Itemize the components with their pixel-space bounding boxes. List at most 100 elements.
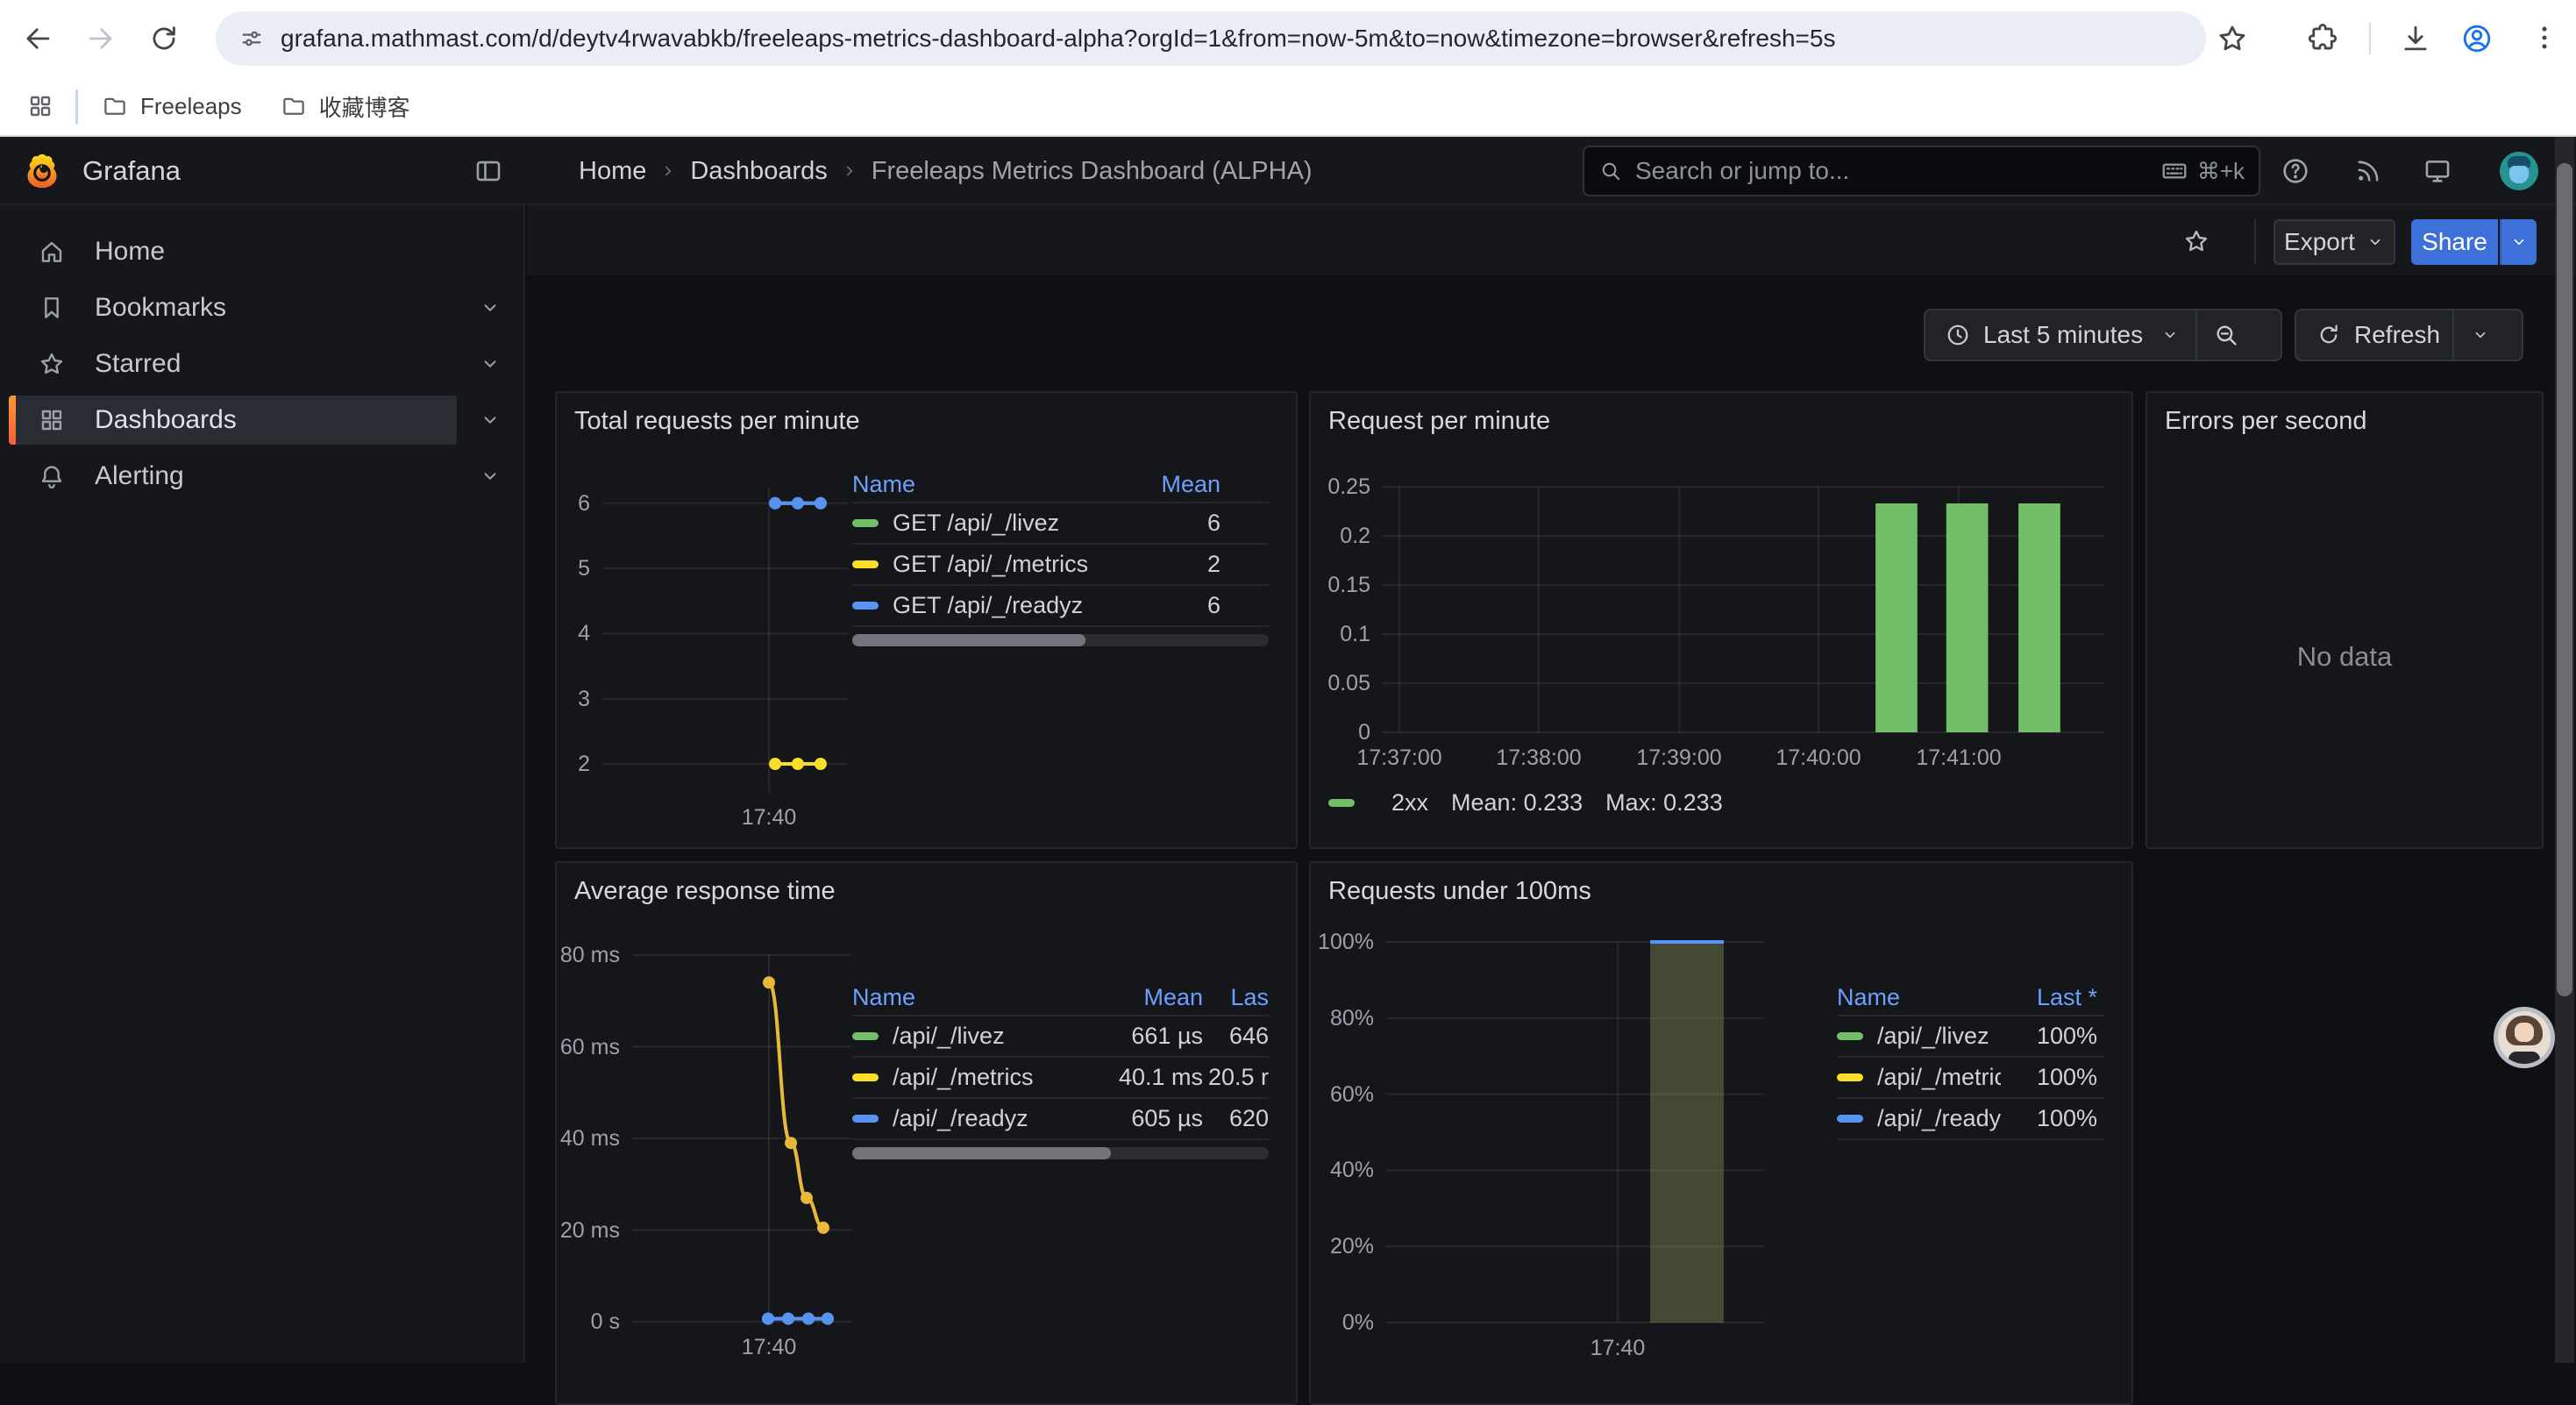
user-avatar[interactable]	[2500, 152, 2538, 190]
url-text: grafana.mathmast.com/d/deytv4rwavabkb/fr…	[281, 25, 1835, 53]
legend-row[interactable]: GET /api/_/livez6	[852, 503, 1269, 545]
y-axis-tick: 20%	[1311, 1233, 1374, 1259]
series-color-pill	[1328, 799, 1355, 807]
sidebar: Home Bookmarks Starred Dashboards Alerti…	[0, 205, 525, 1363]
profile-icon[interactable]	[2460, 22, 2494, 55]
series-name[interactable]: /api/_/livez	[893, 1023, 1005, 1050]
chevron-down-icon	[2471, 325, 2490, 345]
time-range-picker[interactable]: Last 5 minutes	[1924, 309, 2282, 361]
chevron-right-icon	[658, 161, 678, 181]
expand-chevron-icon[interactable]	[474, 339, 506, 389]
bookmark-folder-list: Freeleaps 收藏博客	[102, 77, 410, 135]
share-button[interactable]: Share	[2411, 219, 2498, 265]
chevron-right-icon	[840, 161, 859, 181]
series-name[interactable]: GET /api/_/readyz	[893, 592, 1083, 619]
url-bar[interactable]: grafana.mathmast.com/d/deytv4rwavabkb/fr…	[216, 11, 2206, 66]
breadcrumb-item[interactable]: Home	[579, 157, 646, 186]
legend-hscrollbar[interactable]	[852, 1147, 1269, 1159]
zoom-out-button[interactable]	[2195, 310, 2255, 360]
search-input[interactable]: Search or jump to... ⌘+k	[1583, 146, 2260, 196]
sidebar-item-dashboards[interactable]: Dashboards	[9, 396, 457, 445]
sidebar-item-starred[interactable]: Starred	[9, 339, 457, 389]
bookmark-star-icon[interactable]	[2216, 22, 2249, 55]
grafana-logo-icon[interactable]	[23, 152, 61, 195]
y-axis-tick: 40 ms	[557, 1125, 620, 1152]
panel-total-requests-per-minute[interactable]: Total requests per minute 6543217:40 Nam…	[555, 391, 1298, 849]
panel-average-response-time[interactable]: Average response time 80 ms60 ms40 ms20 …	[555, 861, 1298, 1405]
legend-column-header[interactable]: Mean	[1142, 471, 1220, 498]
breadcrumb-item[interactable]: Dashboards	[690, 157, 827, 186]
y-axis-tick: 0.25	[1311, 474, 1370, 500]
share-dropdown-button[interactable]	[2500, 219, 2537, 265]
legend-row[interactable]: GET /api/_/readyz6	[852, 586, 1269, 627]
y-axis-tick: 60 ms	[557, 1034, 620, 1060]
downloads-icon[interactable]	[2399, 22, 2432, 55]
legend[interactable]: 2xx Mean: 0.233 Max: 0.233	[1328, 789, 1723, 817]
menu-kebab-icon[interactable]	[2529, 22, 2560, 53]
legend-column-header[interactable]: Name	[852, 984, 1089, 1011]
bookmark-folder[interactable]: Freeleaps	[102, 93, 242, 120]
reload-icon[interactable]	[147, 22, 181, 55]
news-rss-icon[interactable]	[2353, 156, 2383, 186]
kiosk-monitor-icon[interactable]	[2423, 156, 2452, 186]
series-name[interactable]: /api/_/readyz	[893, 1105, 1028, 1132]
clock-icon	[1945, 322, 1971, 348]
chevron-down-icon	[2509, 232, 2529, 252]
apps-grid-icon[interactable]	[26, 92, 54, 120]
sidebar-item-label: Dashboards	[95, 405, 237, 435]
series-name[interactable]: /api/_/readyz	[1877, 1105, 2001, 1132]
series-name[interactable]: GET /api/_/metrics	[893, 551, 1088, 578]
vertical-scrollbar[interactable]	[2555, 137, 2574, 1363]
series-name[interactable]: /api/_/livez	[1877, 1023, 1989, 1050]
expand-chevron-icon[interactable]	[474, 283, 506, 332]
panel-requests-under-100ms[interactable]: Requests under 100ms 100%80%60%40%20%0%1…	[1309, 861, 2133, 1405]
legend-column-header[interactable]: Mean	[1089, 984, 1203, 1011]
series-name[interactable]: 2xx	[1391, 789, 1428, 817]
grid-icon	[38, 406, 66, 434]
sidebar-item-home[interactable]: Home	[9, 227, 457, 276]
help-icon[interactable]	[2281, 156, 2310, 186]
legend-row[interactable]: /api/_/readyz100%	[1837, 1099, 2104, 1140]
legend-column-header[interactable]: Las	[1203, 984, 1269, 1011]
refresh-control[interactable]: Refresh	[2295, 309, 2523, 361]
legend-row[interactable]: /api/_/metrics40.1 ms20.5 r	[852, 1058, 1269, 1099]
sidebar-item-alerting[interactable]: Alerting	[9, 452, 457, 501]
panel-errors-per-second[interactable]: Errors per second No data	[2145, 391, 2544, 849]
scrollbar-thumb[interactable]	[2557, 163, 2572, 996]
legend-column-header[interactable]: Name	[852, 471, 1142, 498]
series-name[interactable]: /api/_/metrics	[1877, 1064, 2001, 1091]
panel-title[interactable]: Errors per second	[2165, 407, 2367, 436]
refresh-interval-dropdown[interactable]	[2452, 310, 2507, 360]
bar-chart: 0.250.20.150.10.05017:37:0017:38:0017:39…	[1311, 393, 2131, 847]
breadcrumb-item[interactable]: Freeleaps Metrics Dashboard (ALPHA)	[872, 157, 1313, 186]
legend-row[interactable]: /api/_/livez661 µs646	[852, 1016, 1269, 1058]
forward-icon[interactable]	[84, 22, 117, 55]
back-icon[interactable]	[21, 22, 54, 55]
series-name[interactable]: /api/_/metrics	[893, 1064, 1034, 1091]
x-axis-tick: 17:38:00	[1469, 745, 1609, 771]
sidebar-item-label: Alerting	[95, 461, 184, 491]
legend-hscrollbar[interactable]	[852, 634, 1269, 646]
sidebar-item-bookmarks[interactable]: Bookmarks	[9, 283, 457, 332]
legend-column-header[interactable]: Name	[1837, 984, 2001, 1011]
assistant-avatar[interactable]	[2494, 1007, 2555, 1068]
bookmark-folder[interactable]: 收藏博客	[281, 90, 410, 123]
legend-row[interactable]: GET /api/_/metrics2	[852, 545, 1269, 586]
legend-row[interactable]: /api/_/metrics100%	[1837, 1058, 2104, 1099]
y-axis-tick: 5	[557, 555, 590, 581]
site-info-icon[interactable]	[238, 25, 265, 52]
series-name[interactable]: GET /api/_/livez	[893, 510, 1059, 537]
legend-column-header[interactable]: Last *	[2001, 984, 2097, 1011]
extensions-icon[interactable]	[2306, 22, 2339, 55]
legend-row[interactable]: /api/_/livez100%	[1837, 1016, 2104, 1058]
panel-request-per-minute[interactable]: Request per minute 0.250.20.150.10.05017…	[1309, 391, 2133, 849]
y-axis-tick: 0 s	[557, 1309, 620, 1335]
expand-chevron-icon[interactable]	[474, 452, 506, 501]
export-label: Export	[2284, 228, 2355, 256]
dock-menu-icon[interactable]	[473, 156, 503, 186]
expand-chevron-icon[interactable]	[474, 396, 506, 445]
legend-row[interactable]: /api/_/readyz605 µs620	[852, 1099, 1269, 1140]
favorite-star-icon[interactable]	[2182, 227, 2210, 255]
search-shortcut: ⌘+k	[2197, 158, 2245, 185]
export-button[interactable]: Export	[2274, 219, 2395, 265]
